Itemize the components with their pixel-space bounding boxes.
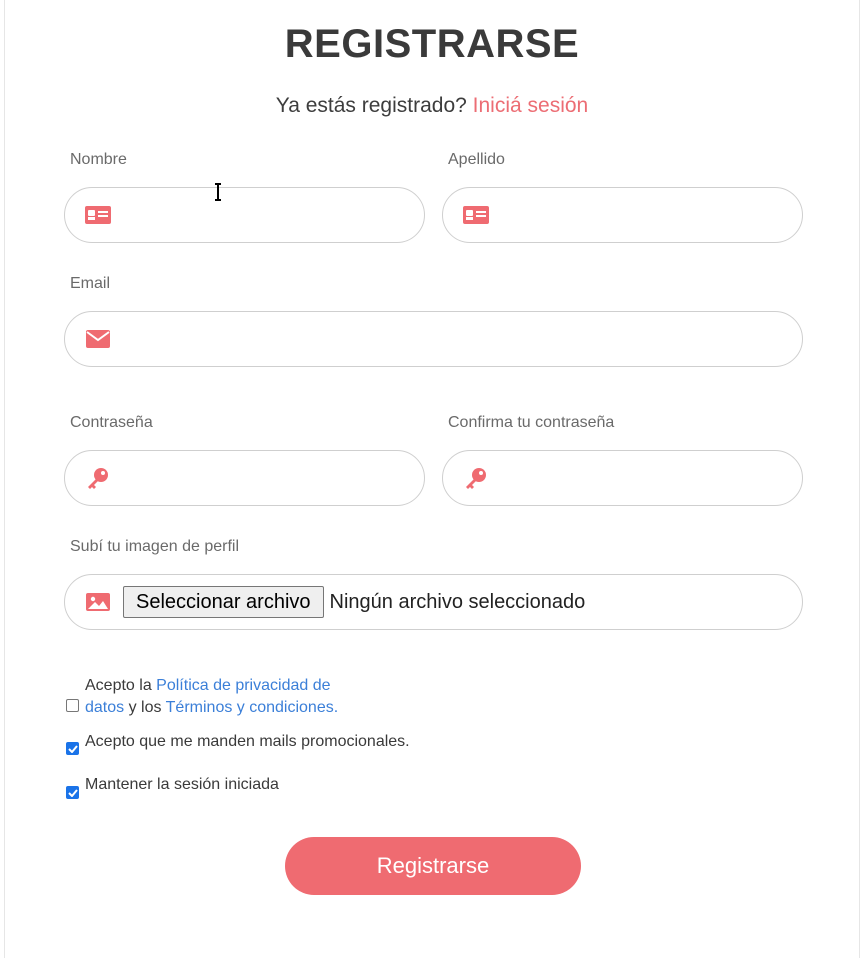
- first-name-input[interactable]: [127, 188, 404, 242]
- email-label: Email: [70, 275, 111, 292]
- remember-label: Mantener la sesión iniciada: [85, 776, 279, 793]
- id-card-icon: [463, 205, 489, 225]
- terms-link[interactable]: Términos y condiciones.: [166, 699, 339, 716]
- email-field[interactable]: [64, 311, 803, 367]
- choose-file-button[interactable]: Seleccionar archivo: [123, 586, 324, 618]
- password-label: Contraseña: [70, 414, 153, 431]
- check-icon: [67, 788, 78, 797]
- first-name-label: Nombre: [70, 151, 127, 168]
- image-icon: [85, 592, 111, 612]
- remember-row: Mantener la sesión iniciada: [66, 774, 279, 799]
- password-field[interactable]: [64, 450, 425, 506]
- promo-checkbox[interactable]: [66, 742, 79, 755]
- file-status: Ningún archivo seleccionado: [329, 590, 586, 613]
- text-cursor-icon: [215, 183, 221, 201]
- password-confirm-field[interactable]: [442, 450, 803, 506]
- email-input[interactable]: [127, 312, 782, 366]
- password-confirm-input[interactable]: [505, 451, 782, 505]
- password-input[interactable]: [127, 451, 404, 505]
- terms-text: Acepto la Política de privacidad de dato…: [66, 675, 338, 719]
- promo-row: Acepto que me manden mails promocionales…: [66, 731, 410, 755]
- last-name-input[interactable]: [505, 188, 782, 242]
- last-name-field[interactable]: [442, 187, 803, 243]
- password-confirm-label: Confirma tu contraseña: [448, 414, 615, 431]
- envelope-icon: [85, 329, 111, 349]
- login-link[interactable]: Iniciá sesión: [473, 94, 589, 117]
- terms-text-1: Acepto la: [85, 677, 152, 694]
- remember-checkbox[interactable]: [66, 786, 79, 799]
- key-icon: [85, 468, 111, 489]
- avatar-upload-field: Seleccionar archivo Ningún archivo selec…: [64, 574, 803, 630]
- key-icon: [463, 468, 489, 489]
- last-name-label: Apellido: [448, 151, 505, 168]
- terms-text-2: y los: [128, 699, 162, 716]
- privacy-link[interactable]: Política de privacidad de: [156, 677, 330, 694]
- promo-label: Acepto que me manden mails promocionales…: [85, 733, 410, 750]
- avatar-label: Subí tu imagen de perfil: [70, 538, 239, 555]
- check-icon: [67, 744, 78, 753]
- id-card-icon: [85, 205, 111, 225]
- privacy-link-2[interactable]: datos: [85, 699, 124, 716]
- page-title: REGISTRARSE: [284, 22, 580, 66]
- file-input[interactable]: Seleccionar archivo Ningún archivo selec…: [123, 586, 585, 618]
- terms-row: Acepto la Política de privacidad de dato…: [66, 675, 338, 719]
- register-button[interactable]: Registrarse: [285, 837, 581, 895]
- first-name-field[interactable]: [64, 187, 425, 243]
- login-prompt: Ya estás registrado? Iniciá sesión: [0, 94, 864, 118]
- login-prompt-text: Ya estás registrado?: [275, 94, 467, 117]
